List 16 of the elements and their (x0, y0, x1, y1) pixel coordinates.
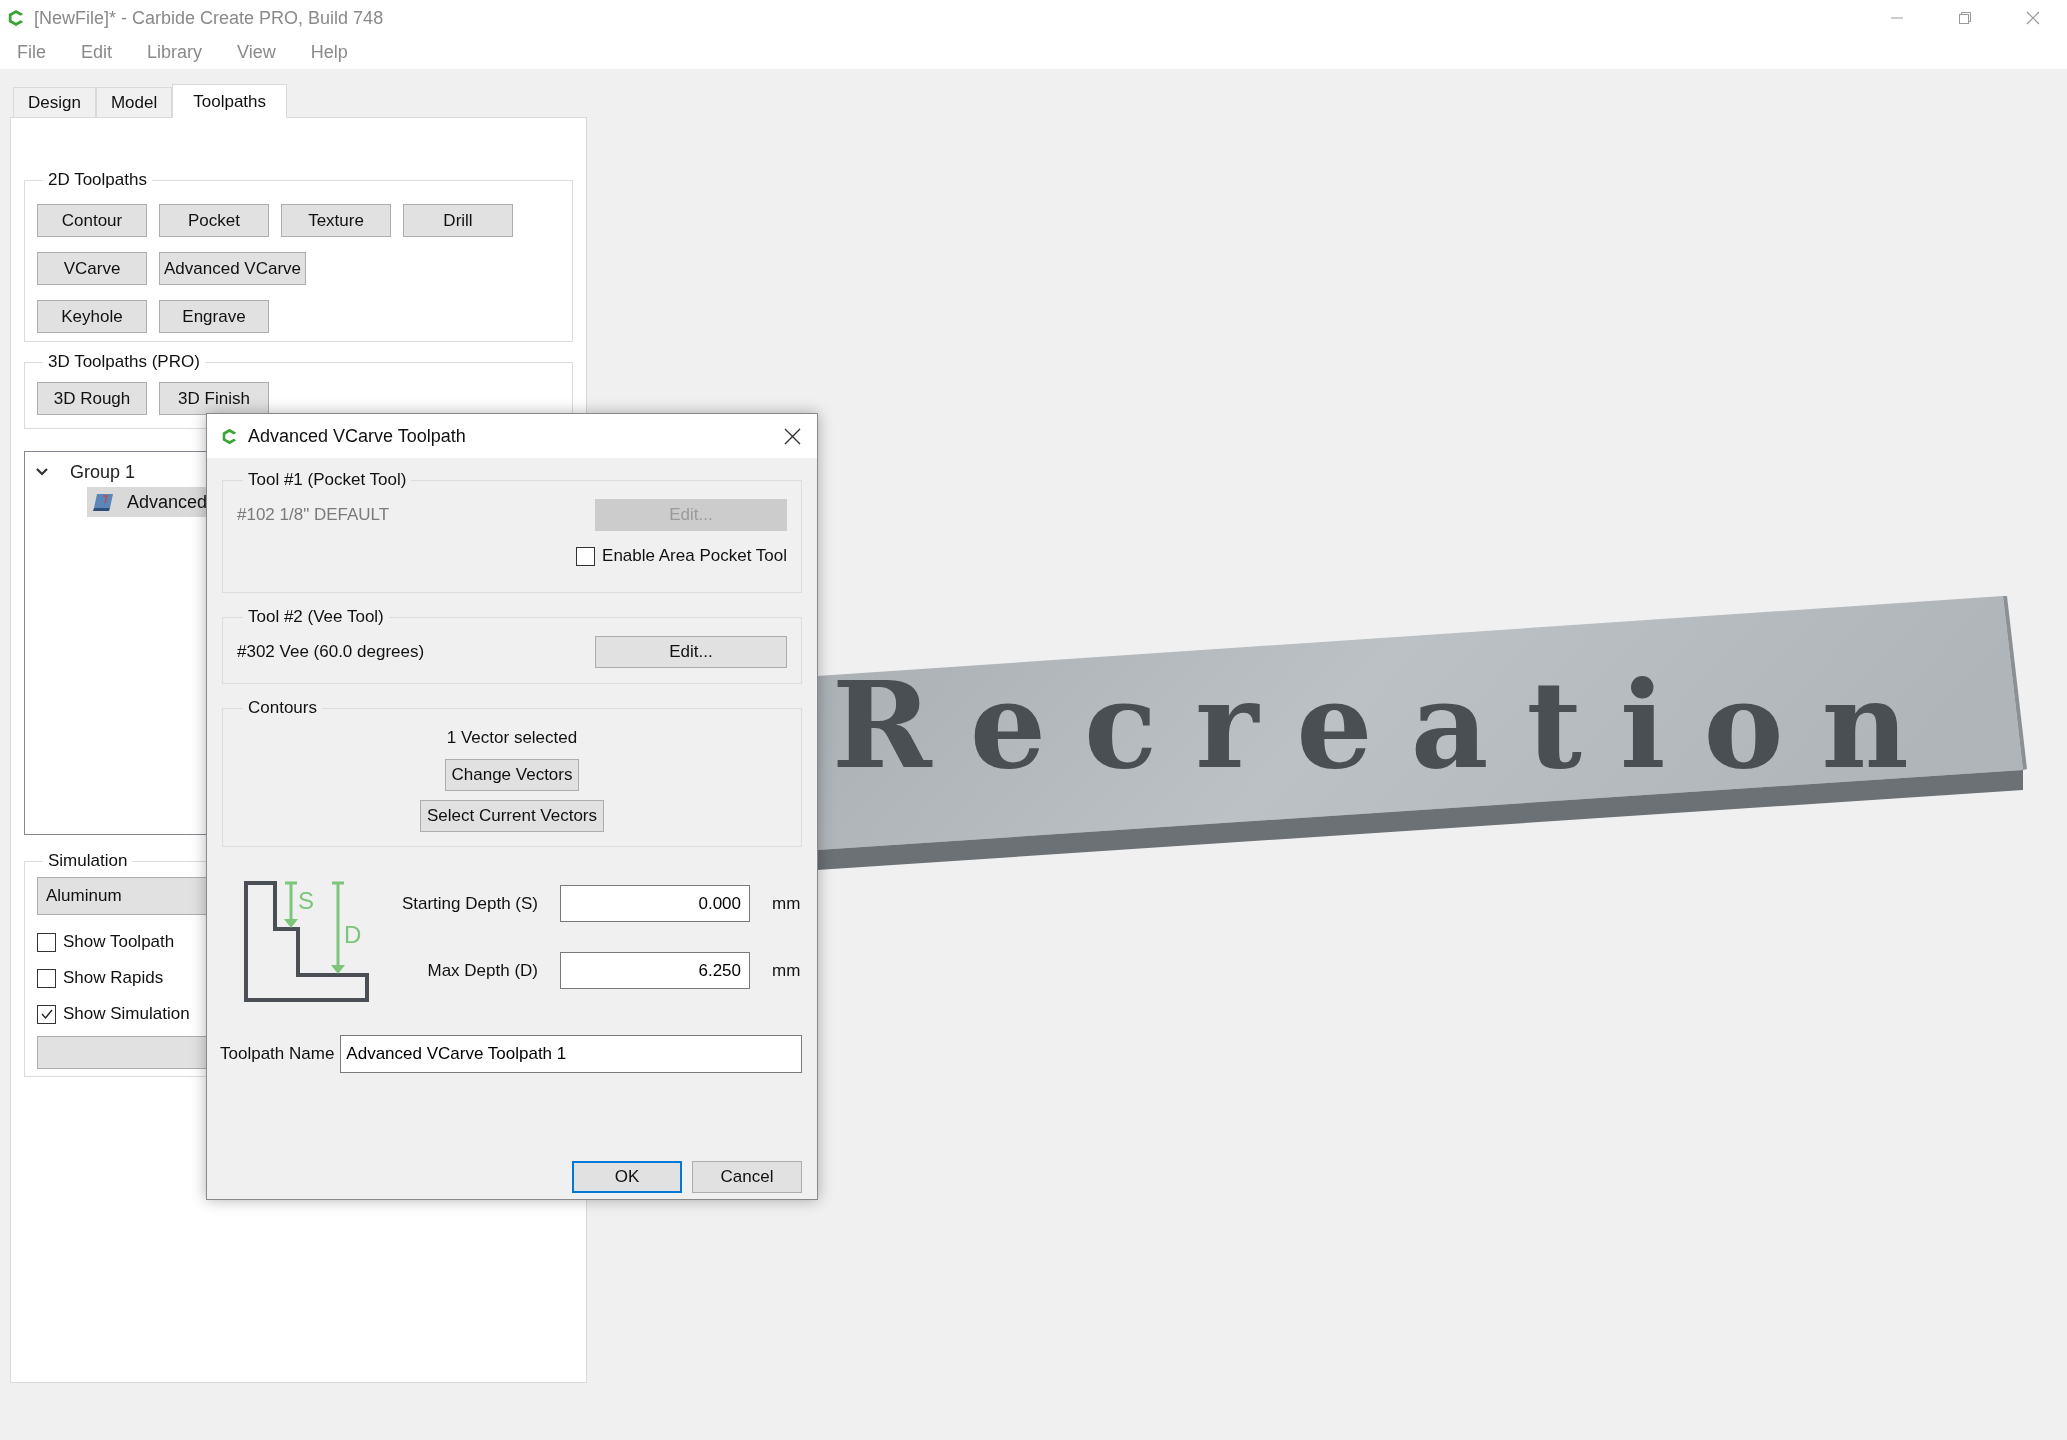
carved-model-text: Recreation (832, 654, 1947, 795)
group-title: Contours (247, 698, 318, 718)
group-title: Tool #2 (Vee Tool) (247, 607, 385, 627)
toolpath-name-label: Toolpath Name (220, 1044, 335, 1064)
dialog-title: Advanced VCarve Toolpath (248, 425, 466, 447)
depth-label: Starting Depth (S) (400, 893, 538, 914)
group-title: Tool #1 (Pocket Tool) (247, 470, 408, 490)
unit-label: mm (772, 960, 802, 981)
depth-label: Max Depth (D) (426, 960, 538, 981)
group-title: Simulation (47, 851, 129, 871)
tool-name: #302 Vee (60.0 degrees) (237, 642, 425, 662)
group-title: 2D Toolpaths (47, 170, 148, 190)
group-title: 3D Toolpaths (PRO) (47, 352, 201, 372)
unit-label: mm (772, 893, 802, 914)
selection-status: 1 Vector selected (446, 728, 578, 748)
window-title: [NewFile]* - Carbide Create PRO, Build 748 (34, 7, 384, 29)
